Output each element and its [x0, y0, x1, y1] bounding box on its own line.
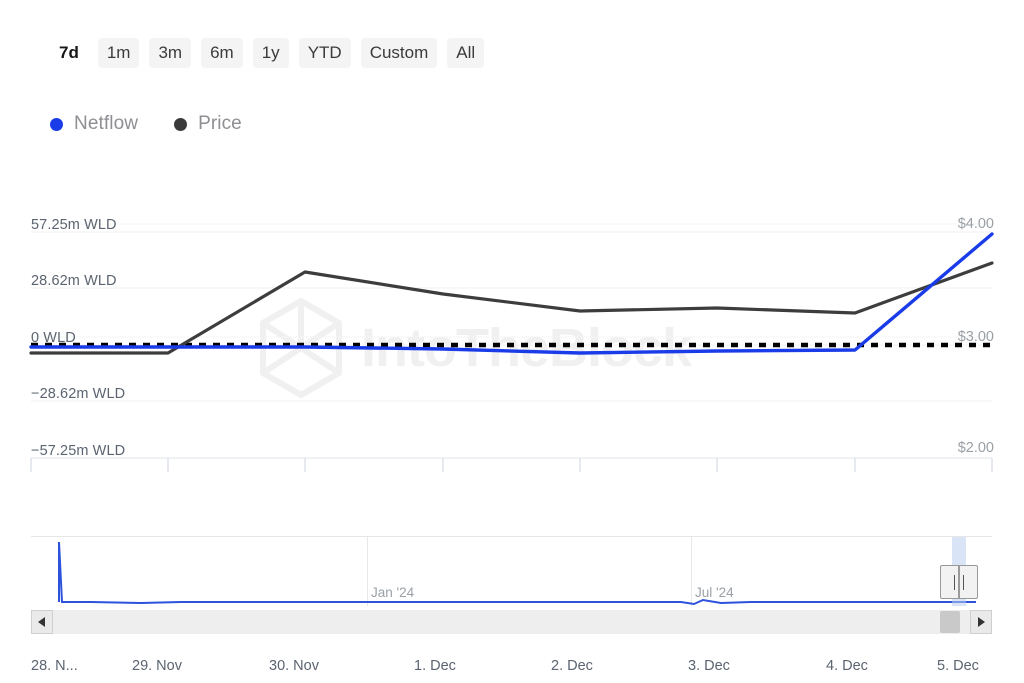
legend-label-price: Price — [198, 113, 242, 135]
x-tick-marks — [31, 458, 992, 472]
x-axis-tick-4: 2. Dec — [551, 658, 593, 674]
triangle-left-icon — [38, 617, 46, 627]
scrollbar-left-button[interactable] — [31, 610, 53, 634]
range-selector: 7d 1m 3m 6m 1y YTD Custom All — [50, 38, 484, 68]
range-button-7d[interactable]: 7d — [50, 38, 88, 68]
series-line-netflow — [31, 234, 992, 353]
range-button-custom[interactable]: Custom — [361, 38, 438, 68]
y-axis-left-tick-1: 28.62m WLD — [31, 273, 117, 289]
chart-scrollbar[interactable] — [31, 610, 992, 634]
x-axis-tick-0: 28. N... — [31, 658, 78, 674]
navigator-label-jul24: Jul '24 — [695, 585, 734, 600]
legend-dot-price — [174, 118, 187, 131]
legend-label-netflow: Netflow — [74, 113, 138, 135]
navigator-sparkline-svg — [31, 536, 992, 606]
y-axis-left-tick-3: −28.62m WLD — [31, 386, 125, 402]
range-button-3m[interactable]: 3m — [149, 38, 191, 68]
y-axis-left-tick-4: −57.25m WLD — [31, 443, 125, 459]
range-button-all[interactable]: All — [447, 38, 484, 68]
y-axis-left-tick-0: 57.25m WLD — [31, 217, 117, 233]
chart-navigator[interactable]: Jan '24 Jul '24 — [31, 536, 992, 606]
chart-svg — [0, 180, 1024, 480]
legend-item-price[interactable]: Price — [174, 113, 242, 135]
x-axis-tick-1: 29. Nov — [132, 658, 182, 674]
x-axis-tick-7: 5. Dec — [937, 658, 979, 674]
netflow-price-chart-widget: 7d 1m 3m 6m 1y YTD Custom All Netflow Pr… — [0, 0, 1024, 683]
legend-dot-netflow — [50, 118, 63, 131]
legend-item-netflow[interactable]: Netflow — [50, 113, 138, 135]
navigator-range-handle[interactable] — [940, 565, 978, 599]
chart-plot-area[interactable]: 57.25m WLD 28.62m WLD 0 WLD −28.62m WLD … — [0, 180, 1024, 480]
right-axis-gridlines — [31, 224, 992, 337]
navigator-sparkline — [59, 542, 976, 604]
range-button-6m[interactable]: 6m — [201, 38, 243, 68]
range-button-1y[interactable]: 1y — [253, 38, 289, 68]
x-axis-tick-6: 4. Dec — [826, 658, 868, 674]
drag-grip-icon — [954, 575, 955, 590]
drag-grip-icon — [963, 575, 964, 590]
y-axis-right-tick-1: $3.00 — [958, 329, 994, 345]
scrollbar-right-button[interactable] — [970, 610, 992, 634]
range-button-1m[interactable]: 1m — [98, 38, 140, 68]
gridlines — [31, 232, 992, 401]
scrollbar-thumb[interactable] — [940, 611, 960, 633]
chart-legend: Netflow Price — [50, 113, 242, 135]
x-axis-tick-5: 3. Dec — [688, 658, 730, 674]
y-axis-right-tick-0: $4.00 — [958, 216, 994, 232]
scrollbar-track[interactable] — [53, 610, 970, 634]
x-axis-tick-3: 1. Dec — [414, 658, 456, 674]
range-button-ytd[interactable]: YTD — [299, 38, 351, 68]
triangle-right-icon — [977, 617, 985, 627]
series-line-price — [31, 263, 992, 353]
navigator-label-jan24: Jan '24 — [371, 585, 414, 600]
y-axis-right-tick-2: $2.00 — [958, 440, 994, 456]
handle-divider — [958, 566, 960, 598]
y-axis-left-tick-2: 0 WLD — [31, 330, 76, 346]
x-axis-tick-2: 30. Nov — [269, 658, 319, 674]
